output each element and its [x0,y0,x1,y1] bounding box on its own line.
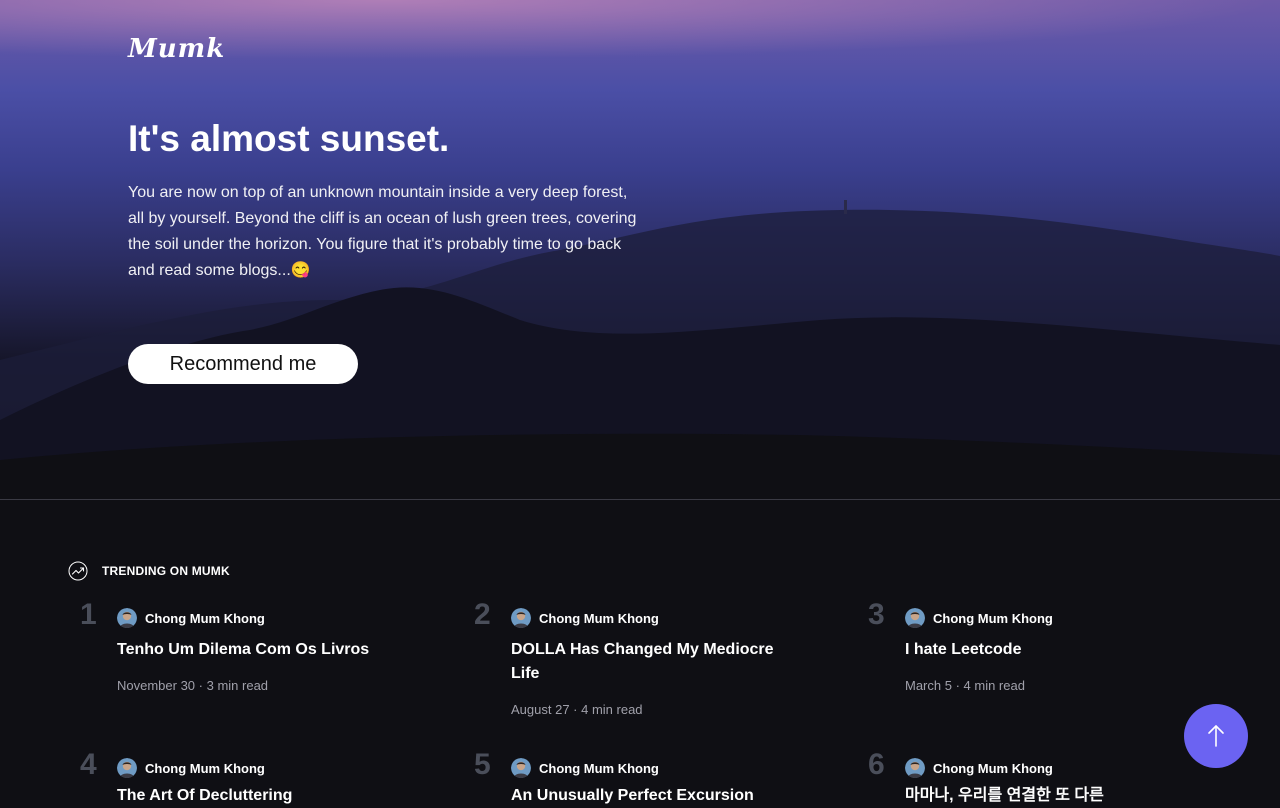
article-meta: March 5 · 4 min read [905,678,1025,693]
author-name[interactable]: Chong Mum Khong [933,611,1053,626]
article-title[interactable]: Tenho Um Dilema Com Os Livros [117,638,397,662]
trending-rank: 3 [868,598,885,631]
author-row[interactable]: Chong Mum Khong [511,608,659,628]
author-row[interactable]: Chong Mum Khong [511,758,659,778]
article-date: March 5 [905,678,952,693]
read-time: 4 min read [581,702,643,717]
trending-rank: 4 [80,748,97,781]
hero-description: You are now on top of an unknown mountai… [128,184,637,279]
avatar[interactable] [511,608,531,628]
article-date: August 27 [511,702,570,717]
hero-divider [0,499,1280,500]
trending-rank: 2 [474,598,491,631]
article-meta: November 30 · 3 min read [117,678,269,693]
read-time: 3 min read [206,678,269,693]
avatar[interactable] [511,758,531,778]
trending-header: TRENDING ON MUMK [68,561,230,581]
trending-label: TRENDING ON MUMK [102,564,230,578]
article-title[interactable]: 마마나, 우리를 연결한 또 다른 [905,784,1185,808]
read-time: 4 min read [963,678,1025,693]
author-name[interactable]: Chong Mum Khong [145,611,265,626]
author-name[interactable]: Chong Mum Khong [933,761,1053,776]
author-row[interactable]: Chong Mum Khong [117,608,265,628]
article-title[interactable]: I hate Leetcode [905,638,1185,662]
trending-rank: 5 [474,748,491,781]
author-name[interactable]: Chong Mum Khong [539,611,659,626]
article-title[interactable]: DOLLA Has Changed My Mediocre Life [511,638,791,686]
author-row[interactable]: Chong Mum Khong [905,608,1053,628]
author-row[interactable]: Chong Mum Khong [117,758,265,778]
avatar[interactable] [905,758,925,778]
author-row[interactable]: Chong Mum Khong [905,758,1053,778]
avatar[interactable] [905,608,925,628]
trending-up-icon [68,561,88,581]
avatar[interactable] [117,758,137,778]
author-name[interactable]: Chong Mum Khong [539,761,659,776]
avatar[interactable] [117,608,137,628]
recommend-me-button[interactable]: Recommend me [128,344,358,384]
trending-rank: 1 [80,598,97,631]
article-title[interactable]: The Art Of Decluttering [117,784,397,808]
article-title[interactable]: An Unusually Perfect Excursion [511,784,791,808]
article-meta: August 27 · 4 min read [511,702,643,717]
scroll-to-top-button[interactable] [1184,704,1248,768]
arrow-up-icon [1208,725,1224,747]
author-name[interactable]: Chong Mum Khong [145,761,265,776]
trending-rank: 6 [868,748,885,781]
hero-title: It's almost sunset. [128,118,450,159]
site-logo[interactable]: Mumk [128,34,225,64]
article-date: November 30 [117,678,196,693]
